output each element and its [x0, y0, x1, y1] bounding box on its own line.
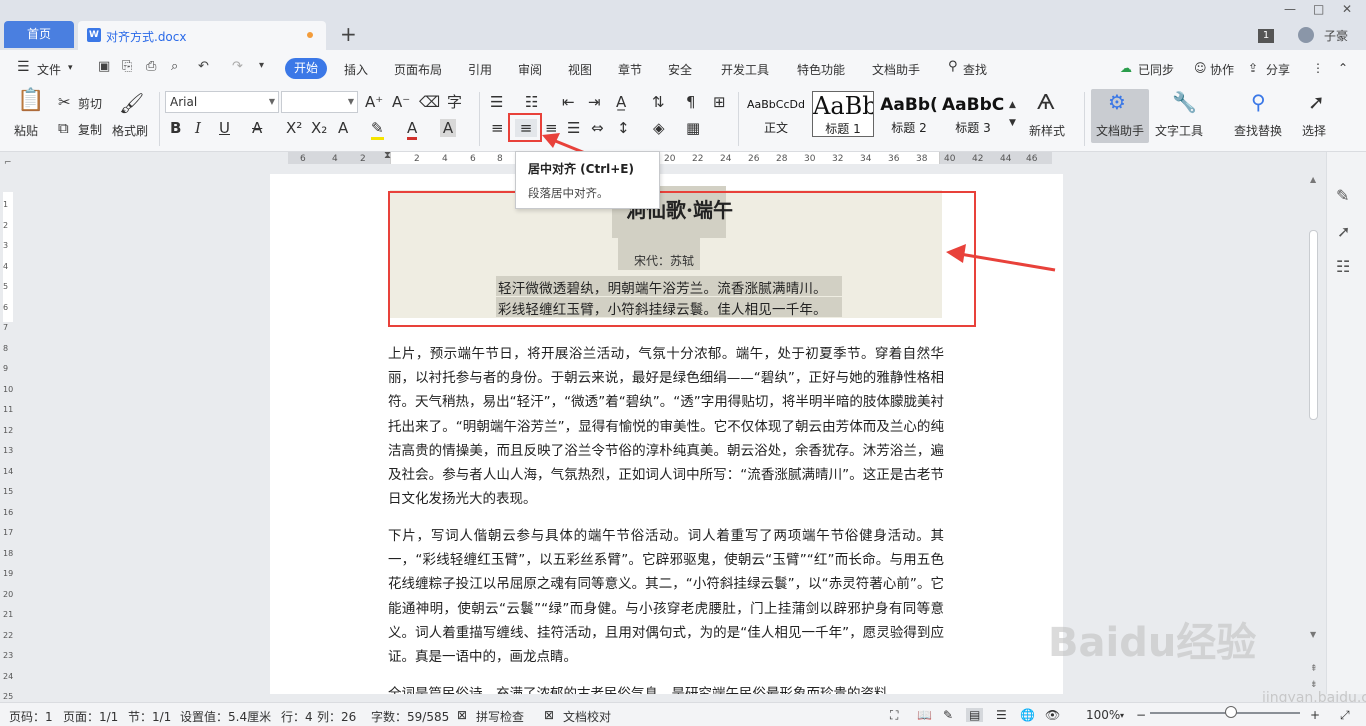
- outline-view-icon[interactable]: ☰: [996, 708, 1007, 722]
- status-bar: 页码：1 页面：1/1 节：1/1 设置值：5.4厘米 行：4 列：26 字数：…: [0, 702, 1366, 726]
- next-page-icon[interactable]: ⇟: [1310, 680, 1318, 690]
- spell-check-icon: ⊠: [457, 708, 468, 722]
- status-section[interactable]: 节：1/1: [128, 708, 171, 725]
- proofread-icon: ⊠: [544, 708, 555, 722]
- status-page-code[interactable]: 页码：1: [9, 708, 53, 725]
- status-setting[interactable]: 设置值：5.4厘米: [180, 708, 271, 725]
- fit-window-icon[interactable]: ⤢: [1340, 708, 1350, 723]
- prev-page-icon[interactable]: ⇞: [1310, 664, 1318, 674]
- eye-protection-icon[interactable]: 👁: [1045, 708, 1060, 722]
- status-page[interactable]: 页面：1/1: [63, 708, 118, 725]
- zoom-slider-knob[interactable]: [1225, 706, 1237, 718]
- zoom-level[interactable]: 100%: [1086, 708, 1120, 722]
- pen-icon[interactable]: ✎: [1336, 186, 1349, 205]
- tooltip-description: 段落居中对齐。: [528, 186, 609, 200]
- web-view-icon[interactable]: 🌐: [1020, 708, 1035, 722]
- page-view-icon[interactable]: ▤: [966, 708, 984, 722]
- scroll-down-icon[interactable]: ▼: [1310, 630, 1316, 639]
- status-row[interactable]: 行：4: [281, 708, 313, 725]
- scroll-up-icon[interactable]: ▲: [1310, 175, 1316, 184]
- watermark-logo: Baidu经验: [1048, 620, 1257, 666]
- read-mode-icon[interactable]: 📖: [917, 708, 932, 722]
- tooltip-title: 居中对齐 (Ctrl+E): [528, 162, 634, 176]
- edit-mode-icon[interactable]: ✎: [943, 708, 953, 722]
- fullscreen-icon[interactable]: ⛶: [890, 708, 898, 723]
- spell-check-button[interactable]: 拼写检查: [476, 708, 524, 725]
- right-side-panel: ✎ ➚ ☷: [1326, 152, 1366, 694]
- zoom-dropdown-icon[interactable]: ▾: [1120, 711, 1124, 720]
- pointer-icon[interactable]: ➚: [1337, 222, 1350, 241]
- zoom-in-icon[interactable]: +: [1310, 708, 1320, 722]
- settings-sliders-icon[interactable]: ☷: [1336, 257, 1350, 276]
- status-words[interactable]: 字数：59/585: [371, 708, 449, 725]
- tooltip: 居中对齐 (Ctrl+E) 段落居中对齐。: [515, 151, 660, 209]
- proofread-button[interactable]: 文档校对: [563, 708, 611, 725]
- zoom-out-icon[interactable]: −: [1136, 708, 1146, 722]
- scrollbar-thumb[interactable]: [1309, 230, 1318, 420]
- status-col[interactable]: 列：26: [317, 708, 356, 725]
